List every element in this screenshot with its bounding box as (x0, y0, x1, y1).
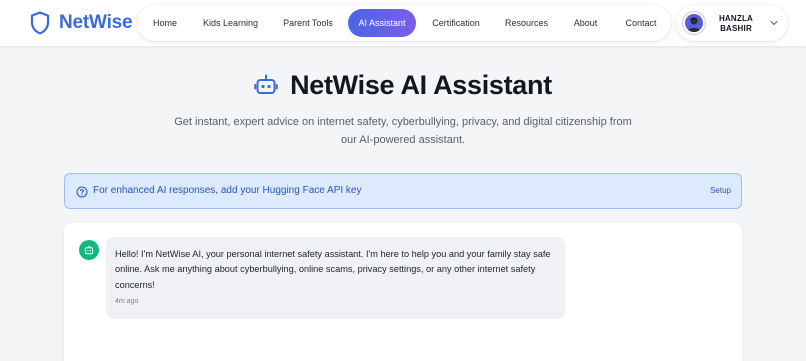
robot-icon (254, 74, 278, 94)
message-timestamp: 4m ago (115, 298, 139, 305)
user-last-name: BASHIR (720, 23, 752, 33)
banner-message: For enhanced AI responses, add your Hugg… (93, 185, 362, 196)
user-menu[interactable]: HANZLA BASHIR (676, 5, 788, 41)
nav-item-ai-assistant[interactable]: AI Assistant (348, 9, 416, 37)
nav-item-parent-tools[interactable]: Parent Tools (273, 9, 343, 37)
setup-link[interactable]: Setup (710, 174, 731, 208)
assistant-message: Hello! I'm NetWise AI, your personal int… (106, 237, 565, 319)
nav-item-home[interactable]: Home (143, 9, 187, 37)
nav-item-contact[interactable]: Contact (616, 9, 666, 37)
chat-panel: Hello! I'm NetWise AI, your personal int… (64, 223, 742, 361)
brand-name: NetWise (59, 12, 133, 33)
user-avatar[interactable] (683, 12, 705, 34)
user-first-name: HANZLA (718, 14, 754, 23)
top-navigation-bar: NetWise Home Kids Learning Parent Tools … (0, 0, 806, 46)
user-name: HANZLA BASHIR (714, 14, 758, 33)
assistant-avatar (79, 240, 99, 260)
page-subtitle: Get instant, expert advice on internet s… (174, 116, 632, 146)
robot-icon (84, 245, 94, 255)
nav-item-kids-learning[interactable]: Kids Learning (194, 9, 267, 37)
nav-item-resources[interactable]: Resources (499, 9, 554, 37)
chevron-down-icon[interactable] (768, 17, 780, 29)
main-nav: Home Kids Learning Parent Tools AI Assis… (137, 5, 671, 41)
message-text: Hello! I'm NetWise AI, your personal int… (115, 249, 551, 290)
api-key-banner: For enhanced AI responses, add your Hugg… (64, 173, 742, 209)
page-title: NetWise AI Assistant (290, 69, 552, 100)
shield-icon (30, 11, 50, 35)
nav-item-about[interactable]: About (564, 9, 607, 37)
nav-item-certification[interactable]: Certification (422, 9, 490, 37)
brand-logo[interactable]: NetWise (30, 11, 133, 35)
help-circle-icon (76, 186, 88, 198)
page-header: NetWise AI Assistant (0, 68, 806, 102)
